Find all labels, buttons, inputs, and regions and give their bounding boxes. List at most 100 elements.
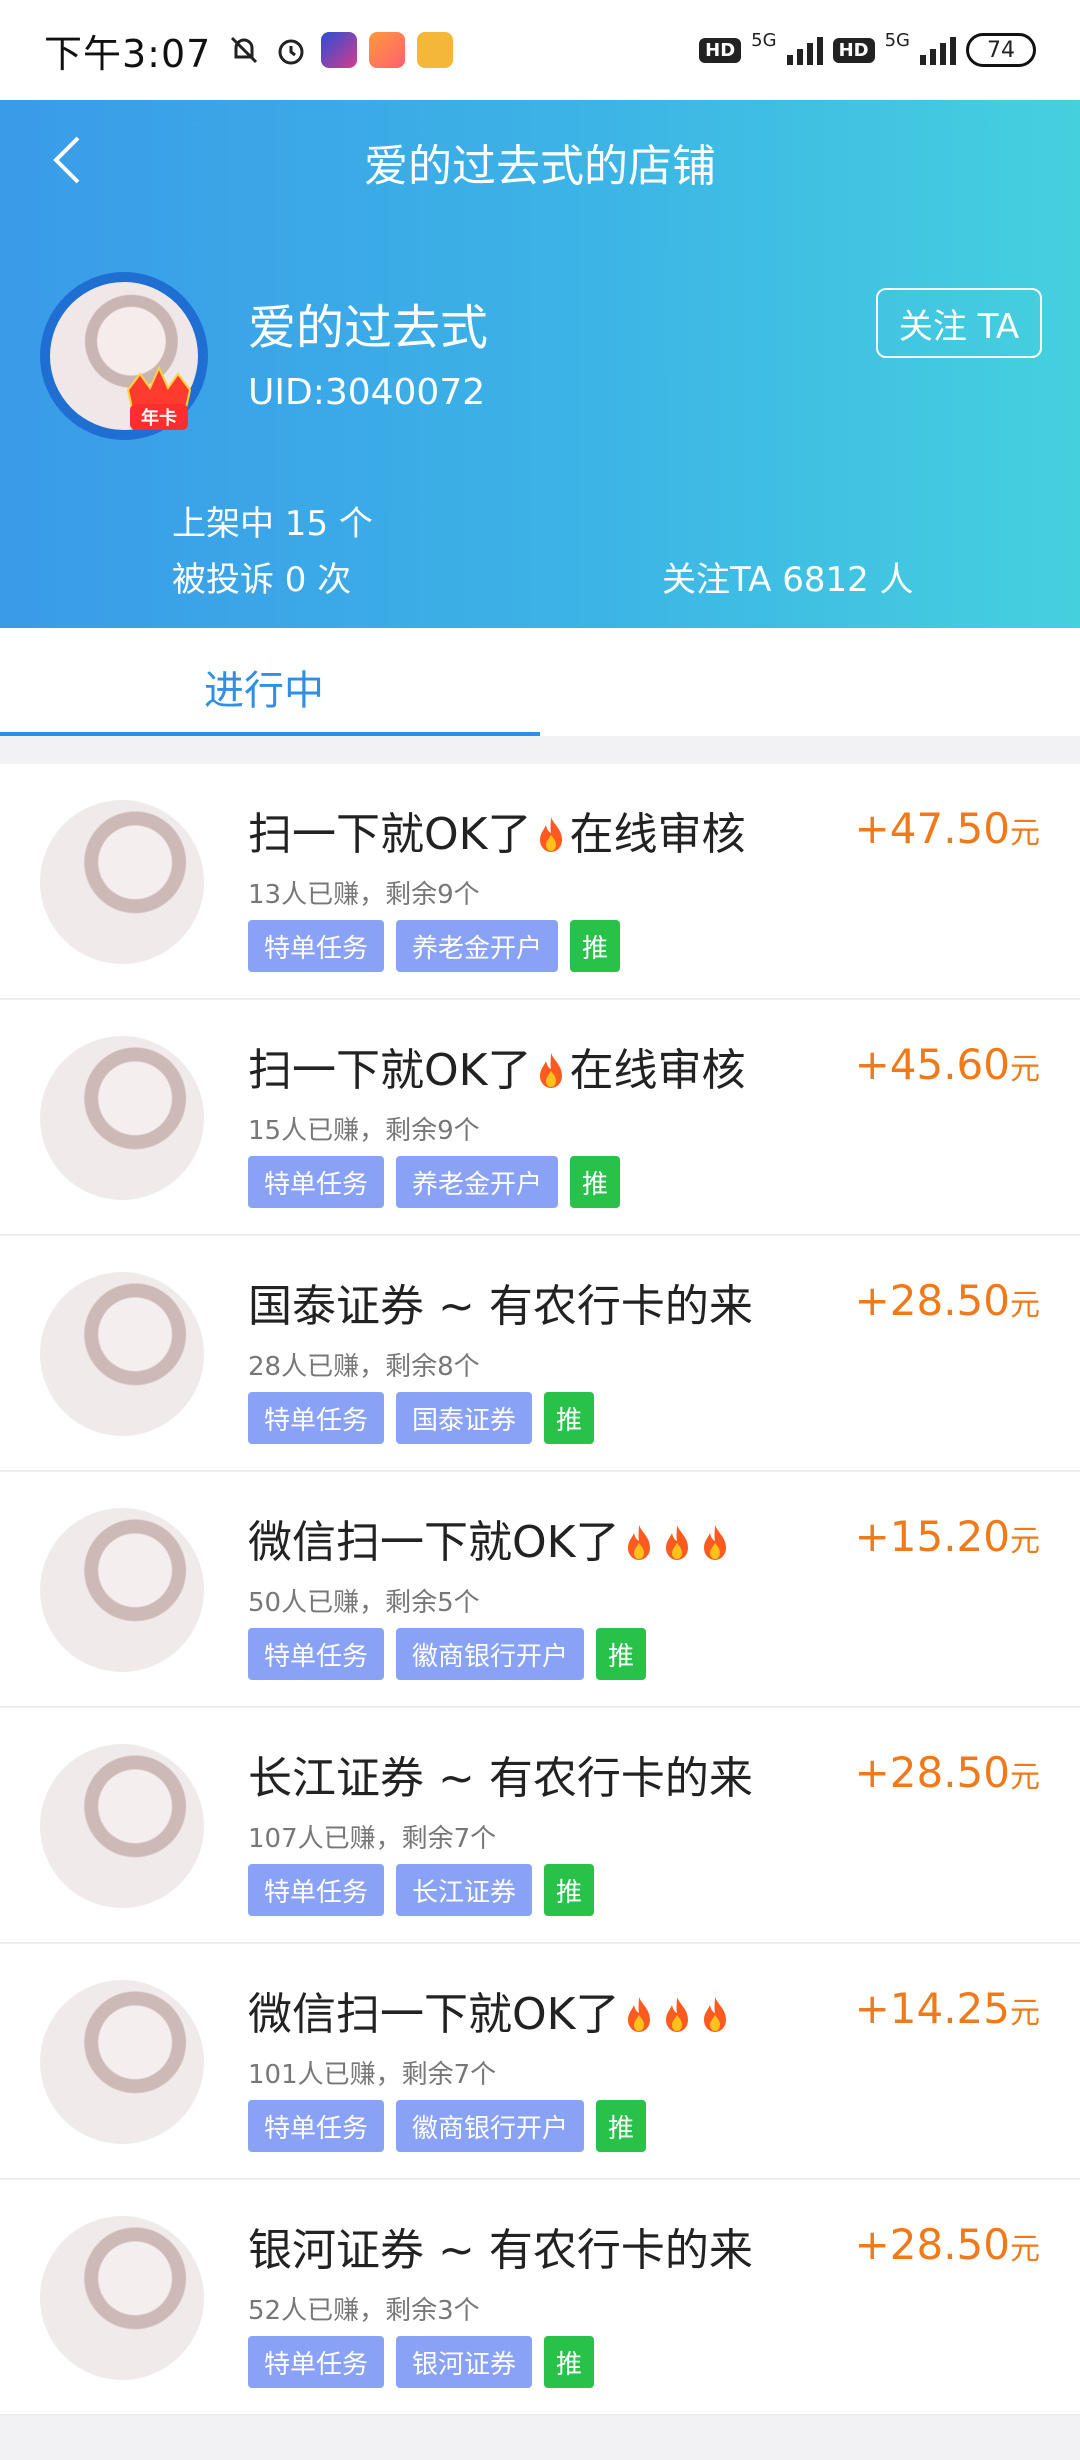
task-tag: 养老金开户: [396, 1156, 559, 1208]
push-badge: 推: [544, 1864, 595, 1916]
fire-icon: [703, 1997, 726, 2032]
network-label: 5G: [751, 29, 777, 51]
hd-icon: HD: [699, 37, 742, 63]
status-time: 下午3:07: [44, 31, 212, 76]
fire-icon: [627, 1525, 650, 1560]
fire-icon: [627, 1997, 650, 2032]
task-reward: +45.60元: [855, 1040, 1040, 1089]
task-tags: 特单任务 国泰证券推: [248, 1392, 595, 1444]
tab-in-progress[interactable]: 进行中: [204, 658, 324, 716]
task-tag: 特单任务: [248, 1156, 385, 1208]
task-tags: 特单任务 长江证券推: [248, 1864, 595, 1916]
fire-icon: [703, 1525, 726, 1560]
task-tag: 特单任务: [248, 920, 385, 972]
push-badge: 推: [570, 920, 621, 972]
complaint-count: 被投诉 0 次: [172, 560, 352, 600]
task-tag: 银河证券: [396, 2336, 533, 2388]
crown-badge-icon: 年卡: [126, 365, 192, 430]
follower-count: 关注TA 6812 人: [662, 560, 914, 600]
follow-button[interactable]: 关注 TA: [876, 288, 1042, 358]
task-tag: 特单任务: [248, 2100, 385, 2152]
badge-label: 年卡: [141, 407, 177, 429]
task-stats: 107人已赚，剩余7个: [248, 1824, 497, 1854]
task-row[interactable]: 国泰证券 ~ 有农行卡的来 28人已赚，剩余8个特单任务 国泰证券推 +28.50元: [0, 1236, 1080, 1472]
task-tag: 特单任务: [248, 1392, 385, 1444]
task-row[interactable]: 扫一下就OK了 在线审核 15人已赚，剩余9个 特单任务 养老金开户推 +45.60元: [0, 1000, 1080, 1236]
task-tags: 特单任务 银河证券推: [248, 2336, 595, 2388]
task-title-suffix: 在线审核: [569, 1045, 746, 1096]
shop-name: 爱的过去式: [248, 300, 489, 356]
reward-amount: +15.20: [854, 1512, 1010, 1561]
push-badge: 推: [544, 1392, 595, 1444]
mute-bell-icon: [231, 36, 258, 64]
task-reward: +47.50元: [855, 804, 1040, 853]
task-title: 国泰证券 ~ 有农行卡的来: [248, 1270, 753, 1334]
task-title: 扫一下就OK了 在线审核: [248, 1034, 746, 1098]
task-title-suffix: 在线审核: [569, 809, 746, 860]
task-avatar: [40, 1744, 204, 1908]
task-avatar: [40, 1980, 204, 2144]
task-row[interactable]: 长江证券 ~ 有农行卡的来 107人已赚，剩余7个 特单任务 长江证券推 +28.50元: [0, 1708, 1080, 1944]
reward-amount: +28.50: [854, 2220, 1010, 2269]
task-stats: 101人已赚，剩余7个: [248, 2060, 497, 2090]
nav-bar: 爱的过去式的店铺: [0, 100, 1080, 220]
task-title-text: 扫一下就OK了: [248, 1045, 532, 1096]
fire-icon: [665, 1997, 688, 2032]
fire-icon: [539, 817, 562, 852]
push-badge: 推: [596, 2100, 647, 2152]
fire-icon: [539, 1053, 562, 1088]
task-row[interactable]: 银河证券 ~ 有农行卡的来 52人已赚，剩余3个 特单任务 银河证券推 +28.50元: [0, 2180, 1080, 2416]
task-reward: +28.50元: [855, 1276, 1040, 1325]
push-badge: 推: [596, 1628, 647, 1680]
task-tags: 特单任务 养老金开户推: [248, 920, 621, 972]
task-tag: 特单任务: [248, 1864, 385, 1916]
task-avatar: [40, 1272, 204, 1436]
alarm-icon: [278, 39, 304, 65]
task-stats: 28人已赚，剩余8个: [248, 1352, 480, 1382]
task-tag: 长江证券: [396, 1864, 533, 1916]
reward-unit: 元: [1010, 816, 1040, 851]
tab-indicator: [0, 732, 540, 736]
reward-amount: +47.50: [854, 804, 1010, 853]
app-icon: [369, 32, 406, 68]
task-avatar: [40, 2216, 204, 2380]
task-tags: 特单任务 养老金开户推: [248, 1156, 621, 1208]
battery-icon: 74: [966, 33, 1036, 67]
signal-icon: [786, 35, 823, 65]
task-list: 扫一下就OK了 在线审核 13人已赚，剩余9个 特单任务 养老金开户推 +47.50元 扫一…: [0, 764, 1080, 2416]
task-tags: 特单任务 徽商银行开户推: [248, 1628, 647, 1680]
reward-amount: +14.25: [854, 1984, 1010, 2033]
task-title: 扫一下就OK了 在线审核: [248, 798, 746, 862]
task-reward: +15.20元: [855, 1512, 1040, 1561]
reward-unit: 元: [1010, 1760, 1040, 1795]
reward-unit: 元: [1010, 1052, 1040, 1087]
reward-amount: +45.60: [854, 1040, 1010, 1089]
push-badge: 推: [544, 2336, 595, 2388]
task-row[interactable]: 微信扫一下就OK了 50人已赚，剩余5个 特单任务 徽商银行开户推 +15.20元: [0, 1472, 1080, 1708]
reward-unit: 元: [1010, 1996, 1040, 2031]
task-title-text: 国泰证券 ~ 有农行卡的来: [248, 1281, 753, 1332]
reward-unit: 元: [1010, 1288, 1040, 1323]
reward-amount: +28.50: [854, 1276, 1010, 1325]
reward-unit: 元: [1010, 1524, 1040, 1559]
task-title: 银河证券 ~ 有农行卡的来: [248, 2214, 753, 2278]
hd-icon: HD: [832, 37, 875, 63]
fire-icon: [665, 1525, 688, 1560]
task-tag: 徽商银行开户: [396, 1628, 585, 1680]
signal-icon: [920, 35, 956, 65]
task-title-text: 银河证券 ~ 有农行卡的来: [248, 2225, 753, 2276]
task-title-text: 微信扫一下就OK了: [248, 1989, 620, 2040]
network-label: 5G: [884, 29, 910, 51]
listed-count: 上架中 15 个: [172, 504, 373, 544]
task-tag: 特单任务: [248, 2336, 385, 2388]
task-row[interactable]: 扫一下就OK了 在线审核 13人已赚，剩余9个 特单任务 养老金开户推 +47.50元: [0, 764, 1080, 1000]
task-row[interactable]: 微信扫一下就OK了 101人已赚，剩余7个 特单任务 徽商银行开户推 +14.25元: [0, 1944, 1080, 2180]
task-title: 微信扫一下就OK了: [248, 1506, 734, 1570]
task-tag: 国泰证券: [396, 1392, 533, 1444]
task-avatar: [40, 800, 204, 964]
task-title: 长江证券 ~ 有农行卡的来: [248, 1742, 753, 1806]
task-tag: 养老金开户: [396, 920, 559, 972]
tab-bar: 进行中: [0, 628, 1080, 736]
app-icon: [321, 32, 358, 68]
push-badge: 推: [570, 1156, 621, 1208]
